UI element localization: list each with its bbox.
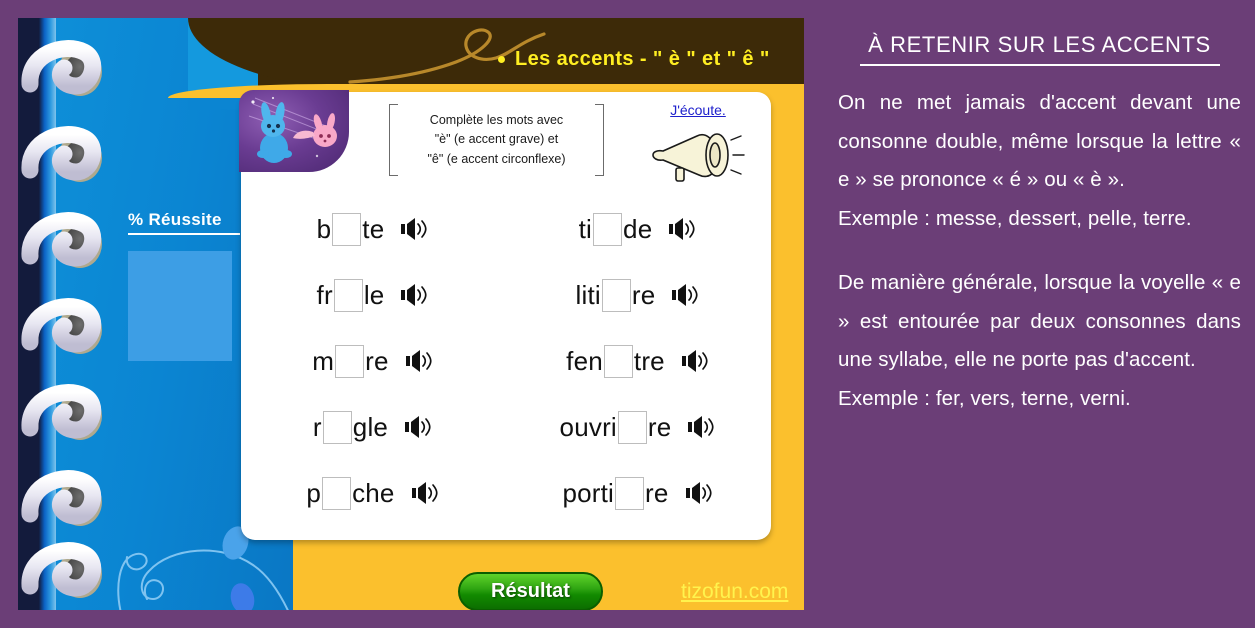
- word-cell: m re: [241, 328, 506, 394]
- word-word-6: fen tre: [566, 344, 711, 378]
- listen-block: J'écoute.: [639, 102, 757, 191]
- answer-input-word-6[interactable]: [603, 344, 633, 378]
- lesson-title: Les accents - " è " et " ê ": [515, 48, 770, 70]
- word-cell: ouvri re: [506, 394, 771, 460]
- speaker-icon-word-7[interactable]: [404, 414, 434, 440]
- lesson-panel: À RETENIR SUR LES ACCENTS On ne met jama…: [824, 0, 1255, 628]
- listen-link[interactable]: J'écoute.: [670, 102, 726, 118]
- exercise-card: Complète les mots avec "è" (e accent gra…: [239, 90, 771, 540]
- word-prefix: liti: [575, 279, 601, 310]
- score-underline: [128, 233, 240, 235]
- megaphone-icon[interactable]: [639, 124, 757, 191]
- word-word-4: liti re: [575, 278, 702, 312]
- word-suffix: che: [352, 477, 395, 508]
- answer-input-word-7[interactable]: [322, 410, 352, 444]
- answer-input-word-2[interactable]: [593, 212, 623, 246]
- spiral-binding: [21, 40, 102, 598]
- word-cell: porti re: [506, 460, 771, 526]
- lesson-panel-title: À RETENIR SUR LES ACCENTS: [868, 32, 1211, 57]
- word-suffix: te: [362, 213, 385, 244]
- word-cell: ti de: [506, 196, 771, 262]
- instruction-line-1: Complète les mots avec: [429, 112, 564, 127]
- speaker-icon-word-3[interactable]: [400, 282, 430, 308]
- word-prefix: fen: [566, 345, 603, 376]
- word-word-1: b te: [316, 212, 431, 246]
- word-suffix: le: [363, 279, 385, 310]
- word-prefix: ti: [578, 213, 593, 244]
- page-root: Les accents - " è " et " ê " % Réussite: [0, 0, 1255, 628]
- site-link[interactable]: tizofun.com: [681, 580, 788, 604]
- instruction-text: Complète les mots avec "è" (e accent gra…: [414, 111, 578, 169]
- answer-input-word-5[interactable]: [335, 344, 365, 378]
- speaker-icon-word-6[interactable]: [681, 348, 711, 374]
- lesson-example-2: Exemple : fer, vers, terne, verni.: [838, 386, 1131, 410]
- exercise-area: Les accents - " è " et " ê " % Réussite: [18, 18, 804, 610]
- bracket-left-icon: [389, 104, 398, 176]
- speaker-icon-word-1[interactable]: [400, 216, 430, 242]
- word-suffix: tre: [633, 345, 665, 376]
- word-cell: fr le: [241, 262, 506, 328]
- word-suffix: de: [623, 213, 653, 244]
- word-cell: r gle: [241, 394, 506, 460]
- answer-input-word-3[interactable]: [333, 278, 363, 312]
- speaker-icon-word-10[interactable]: [685, 480, 715, 506]
- lesson-example-1: Exemple : messe, dessert, pelle, terre.: [838, 206, 1192, 230]
- speaker-icon-word-9[interactable]: [411, 480, 441, 506]
- answer-input-word-8[interactable]: [617, 410, 647, 444]
- word-prefix: r: [312, 411, 322, 442]
- word-cell: fen tre: [506, 328, 771, 394]
- word-prefix: m: [312, 345, 335, 376]
- word-word-10: porti re: [562, 476, 715, 510]
- bullet-dot-icon: [498, 56, 505, 63]
- answer-input-word-1[interactable]: [332, 212, 362, 246]
- word-prefix: ouvri: [559, 411, 617, 442]
- instruction-line-2: "è" (e accent grave) et: [434, 132, 559, 147]
- word-word-5: m re: [312, 344, 435, 378]
- word-word-9: p che: [306, 476, 441, 510]
- answer-input-word-9[interactable]: [322, 476, 352, 510]
- word-cell: p che: [241, 460, 506, 526]
- score-value-box: [128, 251, 232, 361]
- word-suffix: re: [365, 345, 389, 376]
- bracket-right-icon: [595, 104, 604, 176]
- word-suffix: re: [647, 411, 672, 442]
- word-suffix: re: [645, 477, 669, 508]
- lesson-title-group: Les accents - " è " et " ê ": [498, 48, 770, 71]
- answer-input-word-10[interactable]: [615, 476, 645, 510]
- instruction-box: Complète les mots avec "è" (e accent gra…: [389, 104, 604, 176]
- word-word-2: ti de: [578, 212, 699, 246]
- speaker-icon-word-5[interactable]: [405, 348, 435, 374]
- word-word-3: fr le: [316, 278, 431, 312]
- instruction-line-3: "ê" (e accent circonflexe): [427, 151, 566, 166]
- word-suffix: re: [631, 279, 656, 310]
- word-prefix: p: [306, 477, 322, 508]
- speaker-icon-word-2[interactable]: [668, 216, 698, 242]
- word-suffix: gle: [352, 411, 389, 442]
- lesson-panel-title-rule: [859, 64, 1220, 66]
- word-prefix: b: [316, 213, 332, 244]
- word-prefix: porti: [562, 477, 615, 508]
- word-prefix: fr: [316, 279, 333, 310]
- word-word-8: ouvri re: [559, 410, 718, 444]
- answer-input-word-4[interactable]: [601, 278, 631, 312]
- lesson-paragraph-1: On ne met jamais d'accent devant une con…: [838, 91, 1241, 192]
- rabbit-mascot-icon: [239, 90, 349, 172]
- word-word-7: r gle: [312, 410, 434, 444]
- speaker-icon-word-4[interactable]: [671, 282, 701, 308]
- word-cell: b te: [241, 196, 506, 262]
- word-grid: b te ti de fr le liti re m re fen tre r gle ouvri re p ch…: [241, 196, 771, 526]
- result-button[interactable]: Résultat: [458, 572, 603, 610]
- lesson-paragraph-2: De manière générale, lorsque la voyelle …: [838, 271, 1241, 372]
- word-cell: liti re: [506, 262, 771, 328]
- speaker-icon-word-8[interactable]: [687, 414, 717, 440]
